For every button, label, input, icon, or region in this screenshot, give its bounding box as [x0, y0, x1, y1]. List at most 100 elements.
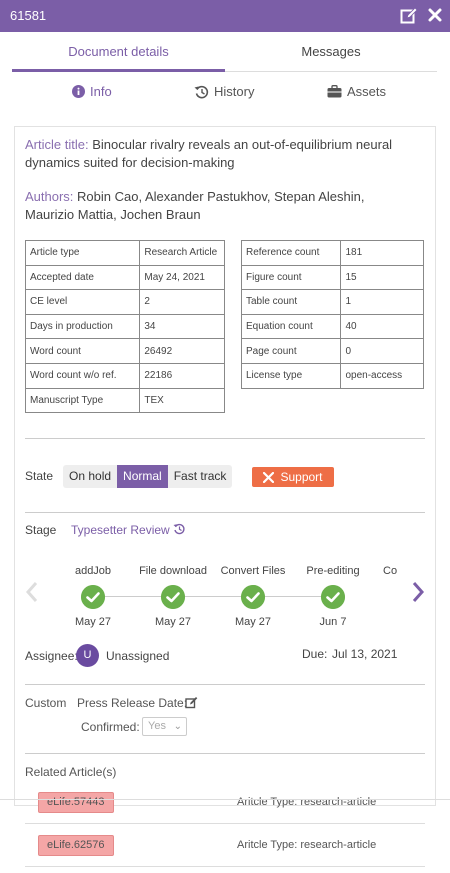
metadata-value: 15	[340, 264, 424, 291]
chevron-left-icon[interactable]	[24, 580, 40, 604]
chevron-down-icon: ⌄	[173, 721, 182, 732]
metadata-label: Article type	[24, 240, 141, 266]
history-icon	[194, 85, 209, 98]
metadata-value: 40	[340, 313, 424, 340]
main-tabs: Document details Messages	[12, 32, 437, 72]
metadata-table-left: Article type Research Article Accepted dat…	[24, 240, 225, 414]
metadata-label: Word count w/o ref.	[24, 362, 141, 389]
panel-bottom-border	[0, 799, 450, 800]
sub-tabs: Info History Assets	[0, 84, 450, 108]
step-connector	[92, 596, 342, 597]
metadata-row: Reference count 181	[240, 240, 424, 266]
state-normal[interactable]: Normal	[117, 465, 168, 488]
stage-step[interactable]: Convert Files May 27	[208, 545, 298, 628]
metadata-row: CE level 2	[24, 289, 225, 315]
stage-step-name: Convert Files	[220, 565, 286, 577]
metadata-label: Page count	[240, 338, 342, 364]
metadata-label: Figure count	[240, 264, 342, 291]
stage-step-name: File download	[139, 565, 207, 577]
tab-messages[interactable]: Messages	[225, 32, 437, 72]
window-title: 61581	[10, 8, 47, 23]
metadata-label: Reference count	[240, 240, 342, 266]
related-article-row: eLife.57443 Aritcle Type: research-artic…	[25, 781, 425, 824]
metadata-row: Page count 0	[240, 338, 424, 364]
check-icon	[321, 585, 345, 609]
subtab-history-label: History	[214, 84, 255, 99]
check-icon	[161, 585, 185, 609]
metadata-value: 181	[340, 240, 424, 266]
metadata-row: Manuscript Type TEX	[24, 387, 225, 414]
subtab-assets[interactable]: Assets	[327, 84, 386, 99]
stage-step-name: Pre-editing	[306, 565, 360, 577]
confirmed-select[interactable]: Yes ⌄	[142, 717, 187, 736]
stage-step-date: May 27	[74, 616, 112, 628]
metadata-table-right: Reference count 181 Figure count 15 Table co…	[240, 240, 424, 389]
chevron-right-icon[interactable]	[410, 580, 426, 604]
avatar[interactable]: U	[76, 644, 99, 667]
due-value: Jul 13, 2021	[332, 647, 398, 661]
metadata-row: Days in production 34	[24, 313, 225, 340]
assignee-label: Assignee:	[25, 649, 78, 663]
metadata-value: 22186	[139, 362, 225, 389]
subtab-assets-label: Assets	[347, 84, 387, 99]
stage-value-link[interactable]: Typesetter Review	[71, 523, 170, 537]
article-authors-value: Robin Cao, Alexander Pastukhov, Stepan A…	[25, 189, 365, 222]
state-label: State	[25, 469, 54, 483]
metadata-value: 2	[139, 289, 225, 315]
related-article-link[interactable]: eLife.62576	[38, 835, 114, 856]
close-icon[interactable]	[427, 7, 443, 23]
custom-label: Custom	[25, 696, 67, 710]
stage-step[interactable]: File download May 27	[128, 545, 218, 628]
tab-document-details[interactable]: Document details	[12, 32, 225, 72]
metadata-value: 1	[340, 289, 424, 315]
stage-step[interactable]: Co	[368, 545, 400, 579]
confirmed-select-value: Yes	[148, 720, 166, 732]
edit-icon[interactable]	[400, 7, 418, 25]
metadata-value: 34	[139, 313, 225, 340]
state-on-hold[interactable]: On hold	[63, 465, 117, 488]
subtab-info-label: Info	[90, 84, 112, 99]
metadata-value: 0	[340, 338, 424, 364]
metadata-label: Days in production	[24, 313, 141, 340]
metadata-row: Table count 1	[240, 289, 424, 315]
stage-step-date: Jun 7	[319, 616, 347, 628]
due-label: Due:	[302, 647, 328, 661]
related-article-link[interactable]: eLife.57443	[38, 792, 114, 813]
stage-steps: addJob May 27 File download May 27 Convert F…	[48, 545, 400, 635]
related-article-type: Aritcle Type: research-article	[237, 839, 377, 851]
subtab-info[interactable]: Info	[72, 84, 112, 99]
support-button[interactable]: Support	[252, 467, 334, 487]
assignee-value[interactable]: Unassigned	[106, 649, 169, 663]
article-authors: Authors: Robin Cao, Alexander Pastukhov,…	[25, 188, 415, 224]
related-article-type: Aritcle Type: research-article	[237, 796, 377, 808]
stage-step-name: addJob	[74, 565, 112, 577]
metadata-value: TEX	[139, 387, 225, 414]
article-title-label: Article title:	[25, 137, 89, 152]
metadata-row: Figure count 15	[240, 264, 424, 291]
related-articles-label: Related Article(s)	[25, 765, 117, 779]
subtab-history[interactable]: History	[194, 84, 254, 99]
stage-step-date: May 27	[154, 616, 192, 628]
metadata-row: Word count w/o ref. 22186	[24, 362, 225, 389]
metadata-row: Accepted date May 24, 2021	[24, 264, 225, 291]
stage-step[interactable]: Pre-editing Jun 7	[288, 545, 378, 628]
info-icon	[72, 85, 85, 98]
metadata-value: Research Article	[139, 240, 225, 266]
edit-icon[interactable]	[185, 696, 198, 709]
stage-step[interactable]: addJob May 27	[48, 545, 138, 628]
metadata-row: Article type Research Article	[24, 240, 225, 266]
briefcase-icon	[327, 85, 342, 98]
stage-label: Stage	[25, 523, 57, 537]
divider	[25, 684, 425, 685]
metadata-label: Word count	[24, 338, 141, 364]
article-title: Article title: Binocular rivalry reveals…	[25, 136, 415, 172]
title-bar: 61581	[0, 0, 450, 32]
state-fast-track[interactable]: Fast track	[168, 465, 233, 488]
article-authors-label: Authors:	[25, 189, 74, 204]
metadata-row: Equation count 40	[240, 313, 424, 340]
stage-history-icon[interactable]	[173, 523, 185, 535]
divider	[25, 512, 425, 513]
metadata-label: CE level	[24, 289, 141, 315]
metadata-value: open-access	[340, 362, 424, 389]
metadata-row: License type open-access	[240, 362, 424, 389]
